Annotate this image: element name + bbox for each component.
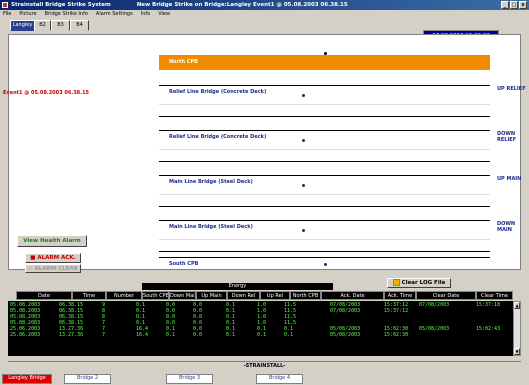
col-time[interactable]: Time <box>72 291 106 300</box>
scroll-down-icon[interactable]: ▼ <box>514 348 520 355</box>
energy-header: Energy <box>142 283 333 290</box>
band-main-up[interactable]: Main Line Bridge (Steel Deck) <box>159 175 490 207</box>
menu-bar: File Picture Bridge Strike Info Alarm Se… <box>0 10 529 19</box>
col-up-main[interactable]: Up Main <box>196 291 227 300</box>
menu-view[interactable]: View <box>158 10 170 19</box>
table-cell: 7 <box>102 332 106 338</box>
band-relief-down[interactable]: Relief Line Bridge (Concrete Deck) <box>159 130 490 162</box>
table-cell: 15:02:30 <box>384 332 409 338</box>
footer-brand: -STRAINSTALL- <box>8 361 521 369</box>
band-main-down[interactable]: Main Line Bridge (Steel Deck) <box>159 220 490 252</box>
band-south-cpb[interactable]: South CPB <box>159 257 490 271</box>
status-tab-langley[interactable]: Langley Bridge <box>2 374 52 384</box>
event-log-table: 05.08.2003 06.38.15 9 0.1 0.0 0.0 0.1 1.0 11.5 07… <box>8 301 513 356</box>
strike-marker-icon <box>302 94 305 97</box>
close-button[interactable]: x <box>519 1 527 9</box>
status-tab-bridge4[interactable]: Bridge 4 <box>256 374 303 384</box>
band-label: Main Line Bridge (Steel Deck) <box>169 224 253 230</box>
band-label: Relief Line Bridge (Concrete Deck) <box>169 134 267 140</box>
window-subtitle: New Bridge Strike on Bridge:Langley Even… <box>136 2 348 8</box>
clear-log-button[interactable]: Clear LOG File <box>387 278 451 288</box>
app-icon <box>2 2 8 8</box>
table-cell: 0.0 <box>193 332 203 338</box>
band-label: Relief Line Bridge (Concrete Deck) <box>169 89 267 95</box>
status-tab-bridge3[interactable]: Bridge 3 <box>166 374 213 384</box>
col-south-cpb[interactable]: South CPB <box>142 291 169 300</box>
col-north-cpb[interactable]: North CPB <box>290 291 321 300</box>
table-cell: 13.27.36 <box>59 332 84 338</box>
window-titlebar: Strainstall Bridge Strike System New Brid… <box>0 0 529 10</box>
strike-marker-icon <box>324 263 327 266</box>
table-cell: 16.4 <box>136 332 149 338</box>
col-up-rel[interactable]: Up Rel <box>260 291 290 300</box>
side-label-up-relief: UP RELIEF <box>497 86 526 92</box>
table-cell: 0.1 <box>257 332 267 338</box>
strike-marker-icon <box>302 229 305 232</box>
band-north-cpb[interactable]: North CPB <box>159 52 490 70</box>
maximize-button[interactable]: □ <box>510 1 518 9</box>
menu-bridge-strike-info[interactable]: Bridge Strike Info <box>45 10 88 19</box>
table-cell: 0.1 <box>226 332 236 338</box>
col-down-rel[interactable]: Down Rel <box>227 291 260 300</box>
band-label: Main Line Bridge (Steel Deck) <box>169 179 253 185</box>
band-label: South CPB <box>169 261 199 267</box>
col-number[interactable]: Number <box>106 291 142 300</box>
event-label: Event1 @ 05.08.2003 06.38.15 <box>3 90 90 96</box>
menu-file[interactable]: File <box>3 10 11 19</box>
alarm-ack-label: ALARM ACK. <box>37 255 76 261</box>
menu-picture[interactable]: Picture <box>19 10 36 19</box>
strike-marker-icon <box>324 52 327 55</box>
col-clear-date[interactable]: Clear Date <box>416 291 476 300</box>
tab-langley[interactable]: Langley <box>10 20 35 31</box>
table-cell: 0.1 <box>284 332 294 338</box>
table-scrollbar[interactable]: ▲ ▼ <box>513 301 521 356</box>
col-ack-time[interactable]: Ack. Time <box>384 291 416 300</box>
strike-marker-icon <box>302 184 305 187</box>
col-date[interactable]: Date <box>16 291 72 300</box>
minimize-button[interactable]: _ <box>501 1 509 9</box>
table-cell: 0.1 <box>166 332 176 338</box>
folder-icon <box>392 279 400 286</box>
band-relief-up[interactable]: Relief Line Bridge (Concrete Deck) <box>159 85 490 117</box>
side-label-up-main: UP MAIN <box>497 176 522 182</box>
table-row[interactable]: 25.06.2003 13.27.36 7 16.4 0.1 0.0 0.1 0.1 0.1 05… <box>8 332 513 338</box>
alarm-ack-button[interactable]: ■ ALARM ACK. <box>25 253 81 263</box>
tab-b2[interactable]: B2 <box>34 20 51 31</box>
status-tab-bridge2[interactable]: Bridge 2 <box>64 374 111 384</box>
bridge-status-bar: Langley Bridge Bridge 2 Bridge 3 Bridge … <box>0 372 529 385</box>
col-clear-time[interactable]: Clear Time <box>476 291 513 300</box>
scroll-up-icon[interactable]: ▲ <box>514 302 520 309</box>
tab-b4[interactable]: B4 <box>70 20 89 31</box>
col-down-main[interactable]: Down Main <box>169 291 196 300</box>
side-label-down-relief: DOWN RELIEF <box>497 131 517 143</box>
menu-info[interactable]: Info <box>141 10 150 19</box>
menu-alarm-settings[interactable]: Alarm Settings <box>96 10 133 19</box>
table-header: Date Time Number South CPB Down Main Up … <box>8 291 521 300</box>
view-health-alarm-button[interactable]: View Health Alarm <box>17 235 87 247</box>
tab-b3[interactable]: B3 <box>51 20 70 31</box>
alarm-clear-button[interactable]: ✓ ALARM CLEAR <box>25 264 81 273</box>
clear-log-label: Clear LOG File <box>401 280 446 286</box>
strike-marker-icon <box>302 139 305 142</box>
band-label: North CPB <box>169 59 198 65</box>
table-cell: 05/08/2003 <box>330 332 361 338</box>
alarm-clear-label: ALARM CLEAR <box>34 266 78 272</box>
side-label-down-main: DOWN MAIN <box>497 221 516 233</box>
app-title: Strainstall Bridge Strike System <box>11 2 111 8</box>
col-ack-date[interactable]: Ack. Date <box>321 291 384 300</box>
table-cell: 25.06.2003 <box>10 332 41 338</box>
